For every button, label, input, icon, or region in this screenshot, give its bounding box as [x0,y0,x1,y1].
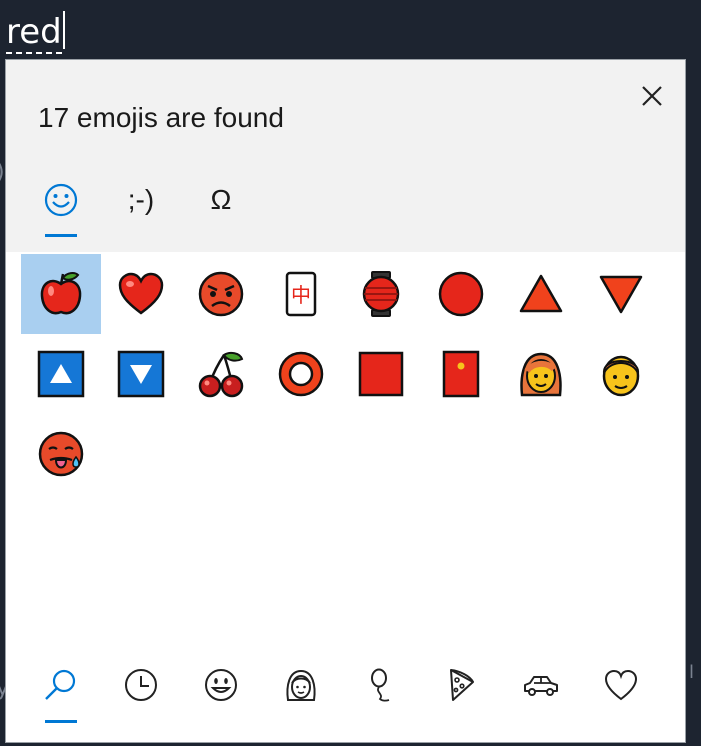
close-icon [642,86,662,106]
emoji-pouting-face[interactable] [181,254,261,334]
hot-face-icon [38,431,84,477]
emoji-red-triangle-down[interactable] [581,254,661,334]
nav-smileys[interactable] [191,650,251,720]
emoji-red-envelope[interactable] [421,334,501,414]
mahjong-glyph: 中 [291,283,311,307]
emoji-red-paper-lantern[interactable] [341,254,421,334]
picker-header: 17 emojis are found ;-) Ω [6,60,685,252]
emoji-up-button[interactable] [21,334,101,414]
nav-food[interactable] [431,650,491,720]
background-fragment: ) [0,160,5,185]
red-circle-icon [438,271,484,317]
emoji-mahjong-red-dragon[interactable]: 中 [261,254,341,334]
nav-people[interactable] [271,650,331,720]
pizza-icon [450,669,474,701]
emoji-red-triangle-up[interactable] [501,254,581,334]
mahjong-tile-icon: 中 [285,271,317,317]
down-button-icon [117,350,165,398]
nav-recent[interactable] [111,650,171,720]
tab-symbols[interactable]: Ω [191,170,251,230]
tab-kaomoji[interactable]: ;-) [111,170,171,230]
nav-search[interactable] [31,650,91,720]
pouting-face-icon [198,271,244,317]
text-caret [62,11,65,49]
typed-text-field[interactable]: red [6,10,65,54]
background-fragment: l [689,662,695,683]
emoji-woman-red-hair[interactable] [501,334,581,414]
red-square-icon [358,351,404,397]
emoji-red-heart[interactable] [101,254,181,334]
emoji-man-red-hair[interactable] [581,334,661,414]
emoji-hot-face[interactable] [21,414,101,494]
emoji-cherries[interactable] [181,334,261,414]
woman-red-hair-icon [520,352,562,397]
triangle-up-icon [519,274,563,313]
emoji-red-apple[interactable] [21,254,101,334]
man-red-hair-icon [602,355,640,397]
selected-nav-indicator [45,720,77,723]
nav-travel[interactable] [511,650,571,720]
nav-symbols-heart[interactable] [591,650,651,720]
results-title: 17 emojis are found [38,102,284,133]
tab-symbols-label: Ω [210,184,232,215]
smiley-icon [44,183,78,217]
tab-kaomoji-label: ;-) [127,184,155,215]
people-icon [286,669,316,701]
triangle-down-icon [599,275,643,314]
close-button[interactable] [634,78,670,114]
heart-icon [604,669,638,701]
emoji-red-circle[interactable] [421,254,501,334]
recent-clock-icon [125,669,157,701]
balloon-icon [371,668,390,702]
car-icon [524,676,558,696]
search-icon [45,669,76,700]
typed-text: red [6,12,62,54]
red-heart-icon [118,272,164,315]
hollow-circle-icon [278,351,324,397]
red-envelope-icon [442,350,480,398]
selected-tab-indicator [45,234,77,237]
cherries-icon [198,351,244,398]
tab-emoji[interactable] [31,170,91,230]
emoji-picker-panel: 17 emojis are found ;-) Ω 中 [5,59,686,743]
emoji-hollow-red-circle[interactable] [261,334,341,414]
emoji-down-button[interactable] [101,334,181,414]
up-button-icon [37,350,85,398]
lantern-icon [362,271,400,317]
red-apple-icon [40,272,82,315]
nav-celebration[interactable] [351,650,411,720]
emoji-red-square[interactable] [341,334,421,414]
smiley-face-icon [205,669,237,701]
